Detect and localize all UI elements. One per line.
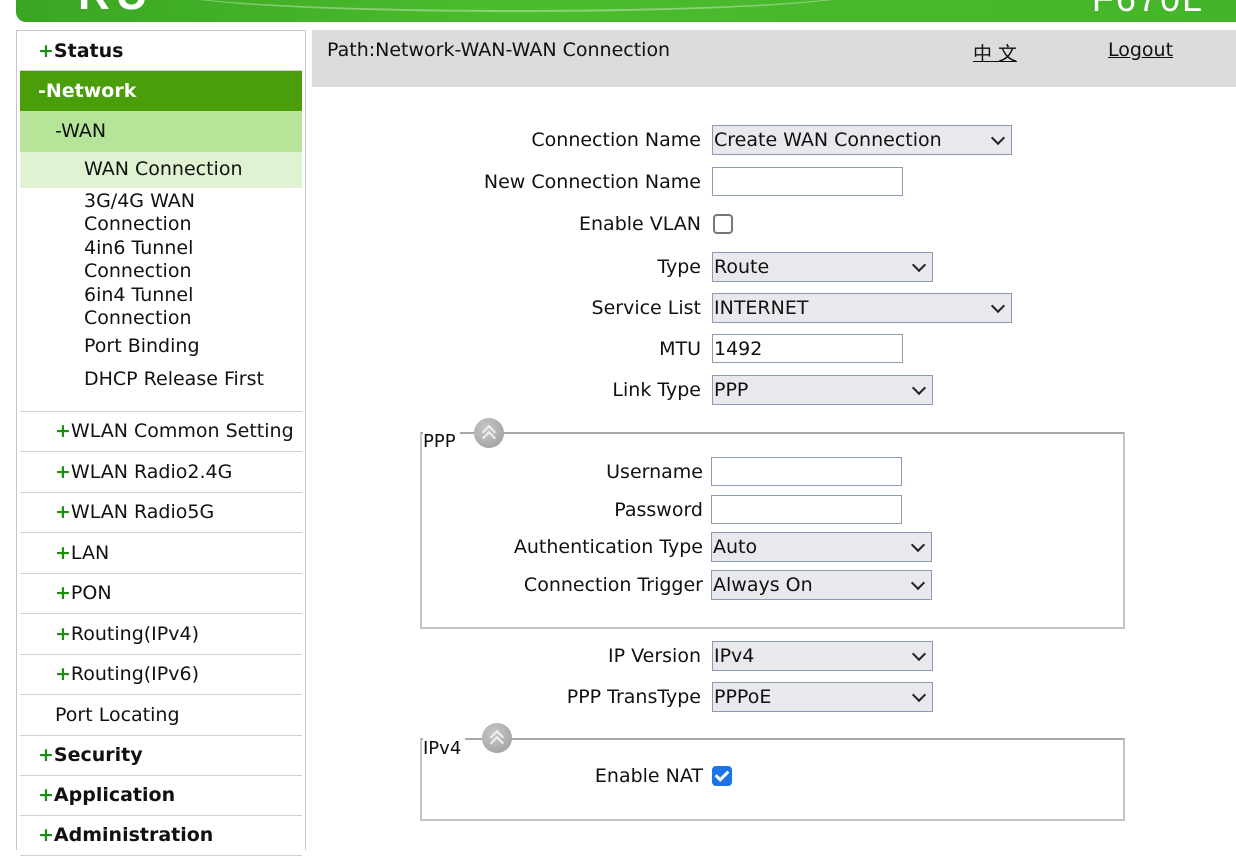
expand-plus-icon: + (55, 622, 71, 645)
username-input[interactable] (711, 457, 902, 486)
sidebar-item-wlan-radio24[interactable]: + WLAN Radio2.4G (20, 452, 302, 493)
row-password: Password (420, 495, 902, 524)
banner-swoosh (166, 0, 866, 12)
row-service-list: Service List INTERNET (420, 293, 1012, 323)
row-ip-version: IP Version IPv4 (420, 641, 933, 671)
username-label: Username (606, 460, 703, 483)
ip-version-select[interactable]: IPv4 (712, 641, 933, 671)
sidebar-item-port-locating[interactable]: Port Locating (20, 695, 302, 736)
chevron-down-icon (911, 380, 927, 395)
chevron-down-icon (990, 298, 1006, 313)
ppp-collapse-button[interactable] (474, 418, 504, 448)
device-model: F670L (1092, 0, 1204, 20)
expand-plus-icon: + (55, 460, 71, 483)
row-enable-nat: Enable NAT (420, 765, 732, 787)
sidebar-item-lan[interactable]: + LAN (20, 533, 302, 574)
password-label: Password (614, 498, 703, 521)
sidebar-nav: + Status -Network -WAN WAN Connection 3G/… (16, 30, 306, 856)
breadcrumb: Path:Network-WAN-WAN Connection (327, 39, 671, 61)
expand-plus-icon: + (55, 420, 71, 443)
sidebar-item-status[interactable]: + Status (20, 31, 302, 71)
sidebar-item-wan[interactable]: -WAN (20, 111, 302, 152)
mtu-label: MTU (659, 337, 701, 360)
auth-type-label: Authentication Type (513, 536, 703, 558)
chevron-down-icon (911, 257, 927, 272)
connection-name-select[interactable]: Create WAN Connection (712, 125, 1012, 155)
chevron-down-icon (911, 646, 927, 661)
expand-plus-icon: + (55, 541, 71, 564)
new-connection-name-input[interactable] (712, 167, 903, 196)
ppp-transtype-label: PPP TransType (566, 686, 701, 708)
ppp-legend: PPP (423, 431, 460, 452)
chevron-down-icon (990, 130, 1006, 145)
type-select[interactable]: Route (712, 252, 933, 282)
enable-vlan-label: Enable VLAN (579, 213, 701, 235)
enable-nat-checkbox[interactable] (712, 766, 732, 786)
sidebar-item-security[interactable]: + Security (20, 736, 302, 776)
row-mtu: MTU 1492 (420, 334, 903, 363)
link-type-label: Link Type (612, 379, 701, 401)
expand-plus-icon: + (38, 824, 54, 846)
service-list-select[interactable]: INTERNET (712, 293, 1012, 323)
connection-trigger-label: Connection Trigger (523, 574, 703, 596)
connection-name-label: Connection Name (531, 129, 701, 151)
row-link-type: Link Type PPP (420, 375, 933, 405)
expand-plus-icon: + (55, 663, 71, 686)
link-type-select[interactable]: PPP (712, 375, 933, 405)
sidebar-item-routing-ipv4[interactable]: + Routing(IPv4) (20, 614, 302, 655)
chevron-down-icon (910, 575, 926, 590)
password-input[interactable] (711, 495, 902, 524)
row-ppp-transtype: PPP TransType PPPoE (420, 682, 933, 712)
sidebar-item-3g4g-wan[interactable]: 3G/4G WAN Connection (20, 188, 302, 237)
row-auth-type: Authentication Type Auto (420, 532, 932, 562)
wan-submenu: WAN Connection 3G/4G WAN Connection 4in6… (20, 151, 302, 412)
sidebar-item-dhcp-release-first[interactable]: DHCP Release First (20, 364, 302, 397)
row-connection-trigger: Connection Trigger Always On (420, 570, 932, 600)
mtu-input[interactable]: 1492 (712, 334, 903, 363)
sidebar-item-wlan-common[interactable]: + WLAN Common Setting (20, 412, 302, 452)
type-label: Type (657, 256, 701, 278)
expand-plus-icon: + (38, 744, 54, 766)
language-link[interactable]: 中 文 (973, 39, 1017, 66)
expand-plus-icon: + (38, 39, 54, 62)
service-list-label: Service List (591, 297, 701, 319)
row-username: Username (420, 457, 902, 486)
new-connection-name-label: New Connection Name (483, 170, 701, 193)
logout-link[interactable]: Logout (1108, 39, 1173, 61)
row-connection-name: Connection Name Create WAN Connection (420, 125, 1012, 155)
brand-logo: RU (78, 0, 154, 20)
enable-nat-label: Enable NAT (594, 765, 703, 787)
row-type: Type Route (420, 252, 933, 282)
auth-type-select[interactable]: Auto (711, 532, 932, 562)
ip-version-label: IP Version (608, 645, 701, 667)
sidebar-item-wlan-radio5[interactable]: + WLAN Radio5G (20, 493, 302, 533)
sidebar-item-6in4-tunnel[interactable]: 6in4 Tunnel Connection (20, 284, 302, 331)
sidebar-item-network[interactable]: -Network (20, 71, 302, 111)
expand-plus-icon: + (55, 501, 71, 524)
ipv4-legend: IPv4 (423, 738, 466, 759)
connection-trigger-select[interactable]: Always On (711, 570, 932, 600)
expand-plus-icon: + (55, 582, 71, 605)
header-banner: RU F670L (16, 0, 1236, 22)
sidebar-item-port-binding[interactable]: Port Binding (20, 331, 302, 364)
row-enable-vlan: Enable VLAN (420, 213, 733, 235)
sidebar-item-administration[interactable]: + Administration (20, 816, 302, 856)
chevron-down-icon (910, 537, 926, 552)
row-new-connection-name: New Connection Name (420, 167, 903, 196)
sidebar-item-application[interactable]: + Application (20, 776, 302, 816)
sidebar-item-wan-connection[interactable]: WAN Connection (20, 151, 302, 188)
expand-plus-icon: + (38, 784, 54, 806)
enable-vlan-checkbox[interactable] (713, 214, 733, 234)
sidebar-item-pon[interactable]: + PON (20, 574, 302, 614)
sidebar-item-routing-ipv6[interactable]: + Routing(IPv6) (20, 655, 302, 695)
ipv4-collapse-button[interactable] (482, 723, 512, 753)
sidebar-item-4in6-tunnel[interactable]: 4in6 Tunnel Connection (20, 237, 302, 284)
chevron-down-icon (911, 687, 927, 702)
ppp-transtype-select[interactable]: PPPoE (712, 682, 933, 712)
path-bar: Path:Network-WAN-WAN Connection 中 文 Logo… (312, 30, 1236, 87)
